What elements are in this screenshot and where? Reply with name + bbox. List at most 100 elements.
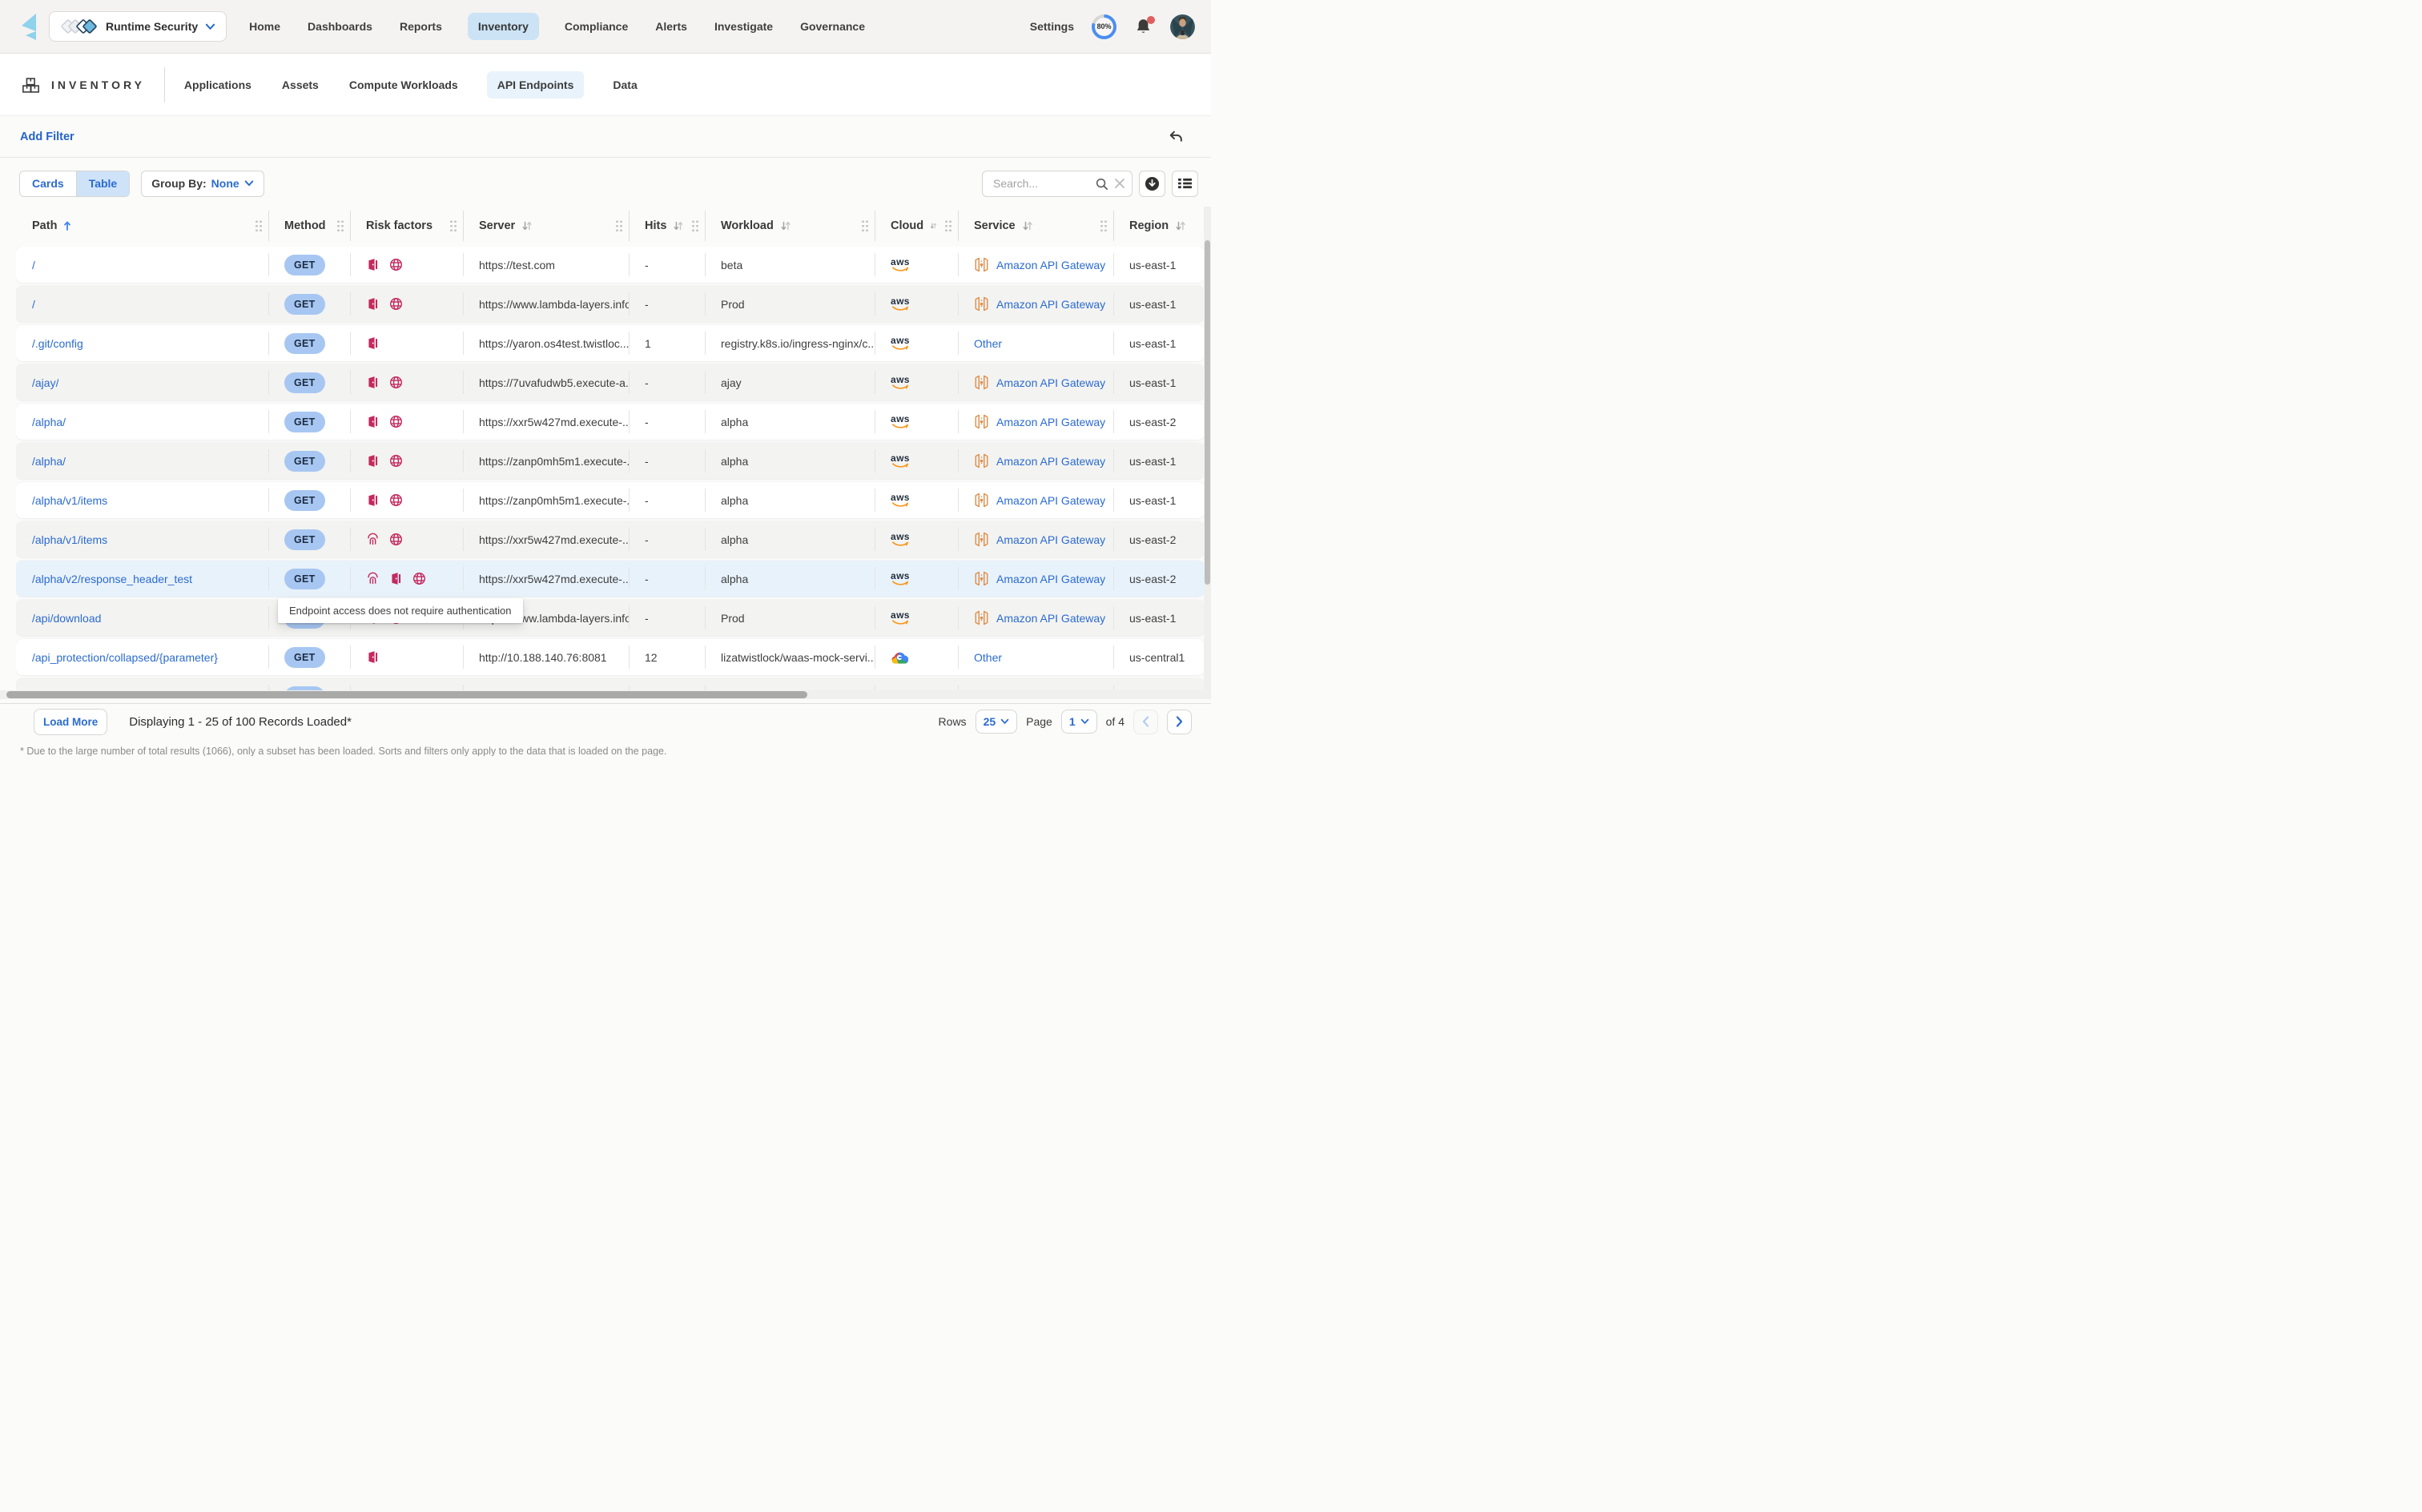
unauthenticated-risk-icon[interactable] [366, 493, 380, 507]
nav-item-home[interactable]: Home [247, 13, 282, 40]
user-avatar[interactable] [1170, 14, 1195, 39]
unauthenticated-risk-icon[interactable] [366, 376, 380, 389]
add-filter-button[interactable]: Add Filter [20, 131, 74, 143]
column-drag-handle[interactable] [691, 219, 698, 232]
service-link[interactable]: Amazon API Gateway [996, 376, 1105, 389]
internet-exposed-risk-icon[interactable] [389, 415, 403, 428]
endpoint-path-link[interactable]: / [32, 298, 35, 311]
group-by-button[interactable]: Group By: None [141, 171, 264, 197]
vertical-scrollbar[interactable] [1204, 207, 1211, 690]
vertical-scrollbar-thumb[interactable] [1205, 240, 1210, 585]
service-link[interactable]: Amazon API Gateway [996, 533, 1105, 546]
table-row[interactable]: /GEThttps://test.com-betaawsAmazon API G… [16, 247, 1205, 283]
column-header-service[interactable]: Service [958, 207, 1113, 245]
unauthenticated-risk-icon[interactable] [366, 258, 380, 271]
table-row[interactable]: /api/downloadGEThttps://www.lambda-layer… [16, 600, 1205, 636]
internet-exposed-risk-icon[interactable] [389, 297, 403, 311]
sensitive-data-risk-icon[interactable] [366, 572, 380, 585]
table-row[interactable]: /.git/configGEThttps://yaron.os4test.twi… [16, 325, 1205, 361]
service-link[interactable]: Amazon API Gateway [996, 612, 1105, 625]
table-row[interactable]: /alpha/v1/itemsGEThttps://xxr5w427md.exe… [16, 521, 1205, 557]
unauthenticated-risk-icon[interactable] [366, 415, 380, 428]
reset-filters-button[interactable] [1164, 126, 1187, 149]
sort-ascending-icon[interactable] [63, 220, 71, 231]
sort-icon[interactable] [780, 220, 791, 231]
nav-item-reports[interactable]: Reports [398, 13, 444, 40]
sensitive-data-risk-icon[interactable] [366, 533, 380, 546]
tab-assets[interactable]: Assets [280, 71, 320, 99]
horizontal-scrollbar-thumb[interactable] [6, 691, 807, 698]
product-switcher[interactable]: Runtime Security [49, 11, 227, 42]
internet-exposed-risk-icon[interactable] [412, 572, 426, 585]
service-link[interactable]: Amazon API Gateway [996, 298, 1105, 311]
table-row[interactable]: /alpha/GEThttps://zanp0mh5m1.execute-...… [16, 443, 1205, 479]
clear-search-icon[interactable] [1114, 178, 1125, 189]
unauthenticated-risk-icon[interactable] [366, 650, 380, 664]
sort-icon[interactable] [673, 220, 684, 231]
export-csv-button[interactable] [1139, 171, 1165, 197]
manage-columns-button[interactable] [1172, 171, 1198, 197]
column-header-server[interactable]: Server [463, 207, 629, 245]
column-drag-handle[interactable] [615, 219, 622, 232]
service-link[interactable]: Other [974, 337, 1002, 350]
table-row[interactable]: /alpha/GEThttps://xxr5w427md.execute-...… [16, 404, 1205, 440]
sort-icon[interactable] [521, 220, 533, 231]
endpoint-path-link[interactable]: /alpha/ [32, 455, 66, 468]
next-page-button[interactable] [1167, 710, 1192, 734]
column-header-workload[interactable]: Workload [705, 207, 875, 245]
column-header-region[interactable]: Region [1113, 207, 1207, 245]
service-link[interactable]: Amazon API Gateway [996, 494, 1105, 507]
column-header-cloud[interactable]: Cloud [875, 207, 958, 245]
page-select[interactable]: 1 [1061, 710, 1097, 734]
nav-item-investigate[interactable]: Investigate [713, 13, 774, 40]
load-more-button[interactable]: Load More [34, 709, 107, 735]
unauthenticated-risk-icon[interactable] [366, 336, 380, 350]
notifications-button[interactable] [1134, 18, 1153, 36]
column-drag-handle[interactable] [255, 219, 262, 232]
service-link[interactable]: Amazon API Gateway [996, 455, 1105, 468]
endpoint-path-link[interactable]: /ajay/ [32, 376, 58, 389]
settings-link[interactable]: Settings [1030, 20, 1074, 33]
column-header-path[interactable]: Path [16, 207, 268, 245]
endpoint-path-link[interactable]: /api/download [32, 612, 101, 625]
column-drag-handle[interactable] [449, 219, 457, 232]
service-link[interactable]: Other [974, 651, 1002, 664]
endpoint-path-link[interactable]: /alpha/v1/items [32, 494, 107, 507]
endpoint-path-link[interactable]: / [32, 259, 35, 271]
unauthenticated-risk-icon[interactable] [366, 297, 380, 311]
search-input[interactable] [992, 176, 1095, 191]
table-row[interactable]: /ajay/GEThttps://7uvafudwb5.execute-a...… [16, 364, 1205, 400]
view-toggle-cards[interactable]: Cards [20, 171, 76, 196]
unauthenticated-risk-icon[interactable] [389, 572, 403, 585]
column-header-method[interactable]: Method [268, 207, 350, 245]
search-icon[interactable] [1095, 177, 1108, 191]
table-row[interactable]: /alpha/v2/response_header_testGEThttps:/… [16, 561, 1205, 597]
tab-data[interactable]: Data [611, 71, 638, 99]
column-header-hits[interactable]: Hits [629, 207, 705, 245]
internet-exposed-risk-icon[interactable] [389, 454, 403, 468]
column-drag-handle[interactable] [336, 219, 344, 232]
rows-per-page-select[interactable]: 25 [976, 710, 1018, 734]
nav-item-alerts[interactable]: Alerts [654, 13, 689, 40]
column-drag-handle[interactable] [1100, 219, 1107, 232]
tab-compute-workloads[interactable]: Compute Workloads [348, 71, 460, 99]
previous-page-button[interactable] [1133, 710, 1158, 734]
sort-icon[interactable] [1175, 220, 1186, 231]
column-drag-handle[interactable] [944, 219, 952, 232]
nav-item-dashboards[interactable]: Dashboards [306, 13, 374, 40]
endpoint-path-link[interactable]: /api_protection/collapsed/{parameter} [32, 651, 218, 664]
endpoint-path-link[interactable]: /alpha/v2/response_header_test [32, 573, 192, 585]
endpoint-path-link[interactable]: /alpha/ [32, 416, 66, 428]
nav-item-inventory[interactable]: Inventory [468, 13, 539, 40]
sort-icon[interactable] [1022, 220, 1033, 231]
internet-exposed-risk-icon[interactable] [389, 493, 403, 507]
service-link[interactable]: Amazon API Gateway [996, 573, 1105, 585]
sort-icon[interactable] [930, 220, 937, 231]
prisma-cloud-logo-icon[interactable] [19, 13, 38, 40]
table-row[interactable]: GEThttp://10.188.140.76:8081lizatwistloc… [16, 678, 1205, 690]
service-link[interactable]: Amazon API Gateway [996, 416, 1105, 428]
horizontal-scrollbar[interactable] [0, 690, 1211, 699]
table-row[interactable]: /GEThttps://www.lambda-layers.info-Proda… [16, 286, 1205, 322]
unauthenticated-risk-icon[interactable] [366, 454, 380, 468]
endpoint-path-link[interactable]: /alpha/v1/items [32, 533, 107, 546]
